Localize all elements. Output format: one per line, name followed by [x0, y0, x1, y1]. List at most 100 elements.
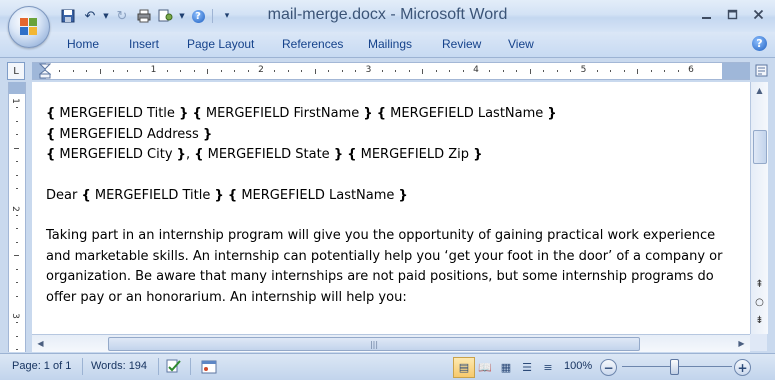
ruler-tick	[247, 70, 249, 72]
ruler-tick	[610, 70, 612, 72]
tab-review[interactable]: Review	[442, 37, 481, 51]
tab-selector-icon[interactable]: L	[7, 62, 25, 80]
ruler-tick	[395, 70, 397, 72]
view-ruler-icon[interactable]	[754, 62, 769, 78]
proofing-icon[interactable]	[165, 358, 183, 375]
ruler-tick	[16, 107, 18, 109]
tab-view[interactable]: View	[508, 37, 534, 51]
ruler-tick	[462, 70, 464, 72]
full-screen-reading-icon[interactable]: 📖	[474, 357, 496, 378]
scroll-right-icon[interactable]: ▶	[733, 335, 750, 352]
ruler-tick	[16, 120, 18, 122]
field-brace: {	[46, 106, 56, 121]
zoom-slider-thumb[interactable]	[670, 359, 679, 375]
ruler-number: 6	[688, 65, 694, 75]
ruler-tick	[650, 70, 652, 72]
horizontal-ruler[interactable]: 1 2 3 4 5 6	[32, 62, 750, 80]
text-run: MERGEFIELD LastName	[237, 187, 399, 203]
ruler-tick	[180, 70, 182, 72]
ruler-tick	[193, 70, 195, 72]
vertical-scrollbar[interactable]: ▲ ⇞ ○ ⇟	[750, 82, 768, 334]
page-count[interactable]: Page: 1 of 1	[12, 360, 71, 372]
ruler-tick	[16, 295, 18, 297]
ruler-tick	[207, 69, 209, 74]
document-body[interactable]: { MERGEFIELD Title } { MERGEFIELD FirstN…	[46, 104, 746, 308]
vertical-scroll-thumb[interactable]	[753, 130, 767, 164]
document-line: Taking part in an internship program wil…	[46, 226, 746, 247]
outline-view-icon[interactable]: ☰	[516, 357, 538, 378]
vertical-ruler[interactable]: 1 2 3	[8, 82, 26, 352]
zoom-in-icon[interactable]: +	[734, 359, 751, 376]
ruler-tick	[126, 70, 128, 72]
ruler-tick	[140, 70, 142, 72]
draft-view-icon[interactable]: ≡	[537, 357, 559, 378]
document-line: and marketable skills. An internship can…	[46, 247, 746, 268]
status-separator	[158, 358, 159, 375]
ruler-tick	[502, 70, 504, 72]
field-brace: }	[333, 147, 344, 162]
office-button[interactable]	[8, 6, 50, 48]
ruler-tick	[570, 70, 572, 72]
text-run: organization. Be aware that many interns…	[46, 269, 714, 284]
ruler-tick	[220, 70, 222, 72]
ruler-tick	[408, 70, 410, 72]
ruler-tick	[556, 70, 558, 72]
ruler-tick	[16, 134, 18, 136]
ruler-tick	[14, 255, 19, 257]
minimize-icon[interactable]	[693, 4, 719, 24]
ruler-tick	[99, 69, 101, 74]
ruler-number: 2	[9, 205, 20, 212]
next-page-icon[interactable]: ⇟	[751, 312, 768, 328]
ruler-number: 4	[473, 65, 479, 75]
field-brace: }	[214, 187, 224, 203]
ruler-tick	[529, 69, 531, 74]
select-browse-object-icon[interactable]: ○	[751, 294, 768, 310]
ruler-tick	[16, 188, 18, 190]
zoom-out-icon[interactable]: −	[600, 359, 617, 376]
print-layout-view-icon[interactable]: ▤	[453, 357, 475, 378]
document-line: organization. Be aware that many interns…	[46, 267, 746, 288]
document-page[interactable]: { MERGEFIELD Title } { MERGEFIELD FirstN…	[32, 82, 750, 334]
indent-marker-icon[interactable]	[39, 63, 51, 79]
field-brace: {	[81, 187, 91, 203]
previous-page-icon[interactable]: ⇞	[751, 276, 768, 292]
document-line: { MERGEFIELD Address }	[46, 125, 746, 146]
ruler-tick	[435, 70, 437, 72]
ruler-tick	[623, 70, 625, 72]
ruler-tick	[234, 70, 236, 72]
top-margin-area	[9, 82, 25, 94]
tab-insert[interactable]: Insert	[129, 37, 159, 51]
scroll-up-icon[interactable]: ▲	[751, 82, 768, 99]
ruler-tick	[16, 241, 18, 243]
ruler-tick	[16, 174, 18, 176]
field-brace: }	[363, 106, 373, 121]
ruler-tick	[637, 69, 639, 74]
zoom-level[interactable]: 100%	[564, 360, 592, 372]
maximize-icon[interactable]	[719, 4, 745, 24]
close-icon[interactable]	[745, 4, 771, 24]
ruler-tick	[449, 70, 451, 72]
ruler-tick	[287, 70, 289, 72]
macro-record-icon[interactable]	[200, 358, 218, 375]
text-run: Taking part in an internship program wil…	[46, 228, 716, 243]
ruler-tick	[16, 322, 18, 324]
horizontal-scrollbar[interactable]: ◀ ||| ▶	[32, 334, 750, 352]
field-brace: {	[46, 147, 56, 162]
scroll-left-icon[interactable]: ◀	[32, 335, 49, 352]
text-run: offer pay or an honorarium. An internshi…	[46, 289, 407, 305]
tab-page-layout[interactable]: Page Layout	[187, 37, 254, 51]
tab-references[interactable]: References	[282, 37, 343, 51]
word-count[interactable]: Words: 194	[91, 360, 147, 372]
field-brace: }	[398, 187, 408, 203]
title-bar: ↶ ▼ ↻ ▼ ? ▾ mail-merge.docx - Microsoft …	[0, 0, 775, 32]
tab-mailings[interactable]: Mailings	[368, 37, 412, 51]
ruler-tick	[341, 70, 343, 72]
web-layout-icon[interactable]: ▦	[495, 357, 517, 378]
tab-home[interactable]: Home	[67, 37, 99, 51]
ribbon-help-icon[interactable]: ?	[752, 36, 767, 51]
text-run: MERGEFIELD Title	[55, 106, 180, 121]
horizontal-scroll-thumb[interactable]: |||	[108, 337, 640, 351]
ruler-tick	[381, 70, 383, 72]
